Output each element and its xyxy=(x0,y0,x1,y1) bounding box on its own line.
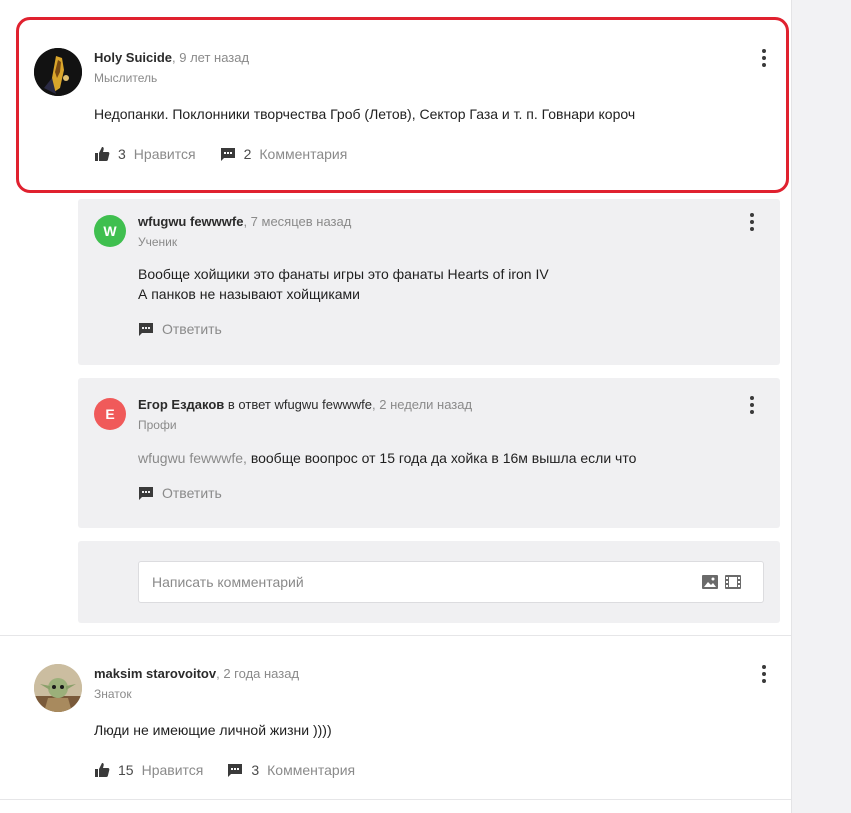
comment-time: , 9 лет назад xyxy=(172,50,250,65)
divider xyxy=(0,799,791,800)
author-name[interactable]: Егор Ездаков xyxy=(138,397,224,412)
avatar-letter: W xyxy=(103,223,117,239)
thumbs-up-icon xyxy=(95,763,110,777)
likes-count: 15 xyxy=(118,762,134,778)
author-line: Егор Ездаков в ответ wfugwu fewwwfe, 2 н… xyxy=(138,397,472,412)
author-name[interactable]: Holy Suicide xyxy=(94,50,172,65)
more-options-icon[interactable] xyxy=(744,212,760,232)
reply-wfugwu: W wfugwu fewwwfe, 7 месяцев назад Ученик… xyxy=(78,199,780,365)
user-rank: Знаток xyxy=(94,687,132,701)
comment-icon xyxy=(139,487,153,500)
comment-text: Люди не имеющие личной жизни )))) xyxy=(94,722,332,738)
comments-button[interactable]: 2 Комментария xyxy=(220,146,348,162)
comment-holy-suicide: Holy Suicide, 9 лет назад Мыслитель Недо… xyxy=(0,0,791,200)
comment-text: Недопанки. Поклонники творчества Гроб (Л… xyxy=(94,106,636,122)
reply-actions: Ответить xyxy=(138,321,246,337)
comment-input[interactable] xyxy=(139,562,679,602)
avatar[interactable]: W xyxy=(94,215,126,247)
more-options-icon[interactable] xyxy=(756,48,772,68)
reply-prefix: в ответ xyxy=(224,397,275,412)
comment-actions: 15 Нравится 3 Комментария xyxy=(94,762,379,778)
comment-icon xyxy=(228,764,243,777)
reply-button[interactable]: Ответить xyxy=(138,485,222,501)
image-icon[interactable] xyxy=(702,575,718,589)
reply-label: Ответить xyxy=(162,321,222,337)
avatar[interactable] xyxy=(34,48,82,96)
more-options-icon[interactable] xyxy=(756,664,772,684)
reply-egor: Е Егор Ездаков в ответ wfugwu fewwwfe, 2… xyxy=(78,378,780,528)
user-rank: Мыслитель xyxy=(94,71,158,85)
reply-text-line: А панков не называют хойщиками xyxy=(138,286,360,302)
comment-input-box xyxy=(138,561,764,603)
reply-button[interactable]: Ответить xyxy=(138,321,222,337)
author-name[interactable]: maksim starovoitov xyxy=(94,666,216,681)
like-button[interactable]: 3 Нравится xyxy=(94,146,196,162)
comment-time: , 2 года назад xyxy=(216,666,300,681)
reply-target[interactable]: wfugwu fewwwfe xyxy=(274,397,372,412)
comment-icon xyxy=(220,148,235,161)
mention-link[interactable]: wfugwu fewwwfe, xyxy=(138,450,247,466)
reply-text-body: вообще воопрос от 15 года да хойка в 16м… xyxy=(246,450,637,466)
reply-label: Ответить xyxy=(162,485,222,501)
avatar-image xyxy=(34,664,82,712)
comments-button[interactable]: 3 Комментария xyxy=(227,762,355,778)
likes-count: 3 xyxy=(118,146,126,162)
user-rank: Ученик xyxy=(138,235,178,249)
avatar[interactable] xyxy=(34,664,82,712)
thumbs-up-icon xyxy=(95,147,110,161)
comment-time: , 2 недели назад xyxy=(372,397,473,412)
like-button[interactable]: 15 Нравится xyxy=(94,762,203,778)
comment-icon xyxy=(139,323,153,336)
comments-count: 2 xyxy=(243,146,252,162)
more-options-icon[interactable] xyxy=(744,395,760,415)
reply-actions: Ответить xyxy=(138,485,246,501)
comment-thread: Holy Suicide, 9 лет назад Мыслитель Недо… xyxy=(0,0,791,813)
reply-text-line: Вообще хойщики это фанаты игры это фанат… xyxy=(138,266,549,282)
comments-count: 3 xyxy=(251,762,260,778)
comments-label: Комментария xyxy=(267,762,356,778)
comment-time: , 7 месяцев назад xyxy=(243,214,352,229)
author-name[interactable]: wfugwu fewwwfe xyxy=(138,214,243,229)
right-sidebar xyxy=(791,0,851,813)
author-line: wfugwu fewwwfe, 7 месяцев назад xyxy=(138,214,351,229)
reply-text: Вообще хойщики это фанаты игры это фанат… xyxy=(138,264,758,304)
comments-label: Комментария xyxy=(259,146,348,162)
user-rank: Профи xyxy=(138,418,177,432)
author-line: maksim starovoitov, 2 года назад xyxy=(94,666,299,681)
reply-text: wfugwu fewwwfe, вообще воопрос от 15 год… xyxy=(138,448,758,468)
avatar-letter: Е xyxy=(105,406,115,422)
comment-actions: 3 Нравится 2 Комментария xyxy=(94,146,371,162)
avatar[interactable]: Е xyxy=(94,398,126,430)
author-line: Holy Suicide, 9 лет назад xyxy=(94,50,249,65)
avatar-image xyxy=(34,48,82,96)
film-icon[interactable] xyxy=(725,575,741,589)
likes-label: Нравится xyxy=(133,146,196,162)
likes-label: Нравится xyxy=(141,762,204,778)
comment-maksim: maksim starovoitov, 2 года назад Знаток … xyxy=(0,636,791,800)
